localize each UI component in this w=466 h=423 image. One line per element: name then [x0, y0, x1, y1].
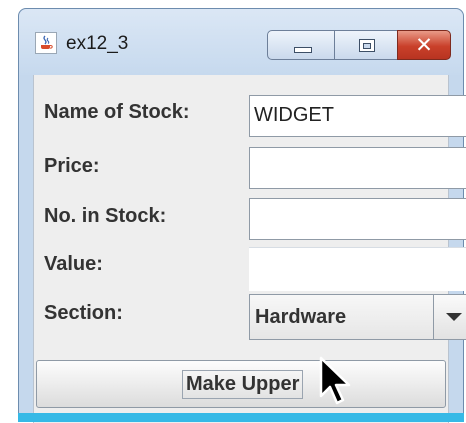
name-of-stock-label: Name of Stock: — [44, 101, 190, 123]
close-button[interactable]: ✕ — [397, 30, 451, 60]
no-in-stock-label: No. in Stock: — [44, 205, 167, 227]
close-icon: ✕ — [415, 33, 433, 57]
accent-bar — [18, 413, 464, 422]
value-label: Value: — [44, 253, 103, 275]
chevron-down-icon — [446, 313, 462, 321]
value-field — [249, 247, 466, 291]
dropdown-arrow-button[interactable] — [433, 295, 466, 339]
maximize-button[interactable] — [334, 30, 398, 60]
maximize-icon — [359, 39, 375, 52]
price-field[interactable] — [249, 147, 466, 189]
minimize-icon — [294, 47, 312, 53]
mouse-pointer-icon — [319, 356, 351, 405]
make-upper-button-label: Make Upper — [182, 370, 304, 399]
app-window: ex12_3 ✕ Name of Stock: WIDGET Price: No… — [18, 8, 466, 423]
price-label: Price: — [44, 155, 100, 177]
content-panel: Name of Stock: WIDGET Price: No. in Stoc… — [33, 75, 466, 423]
make-upper-button[interactable]: Make Upper — [36, 360, 446, 408]
window-title: ex12_3 — [66, 33, 129, 54]
section-dropdown[interactable]: Hardware — [249, 294, 466, 340]
no-in-stock-field[interactable] — [249, 198, 466, 240]
section-label: Section: — [44, 302, 123, 324]
java-cup-icon[interactable] — [35, 32, 57, 54]
title-bar[interactable]: ex12_3 ✕ — [19, 9, 463, 75]
name-of-stock-field[interactable]: WIDGET — [249, 95, 466, 137]
minimize-button[interactable] — [267, 30, 335, 60]
section-selected-value: Hardware — [255, 306, 347, 328]
